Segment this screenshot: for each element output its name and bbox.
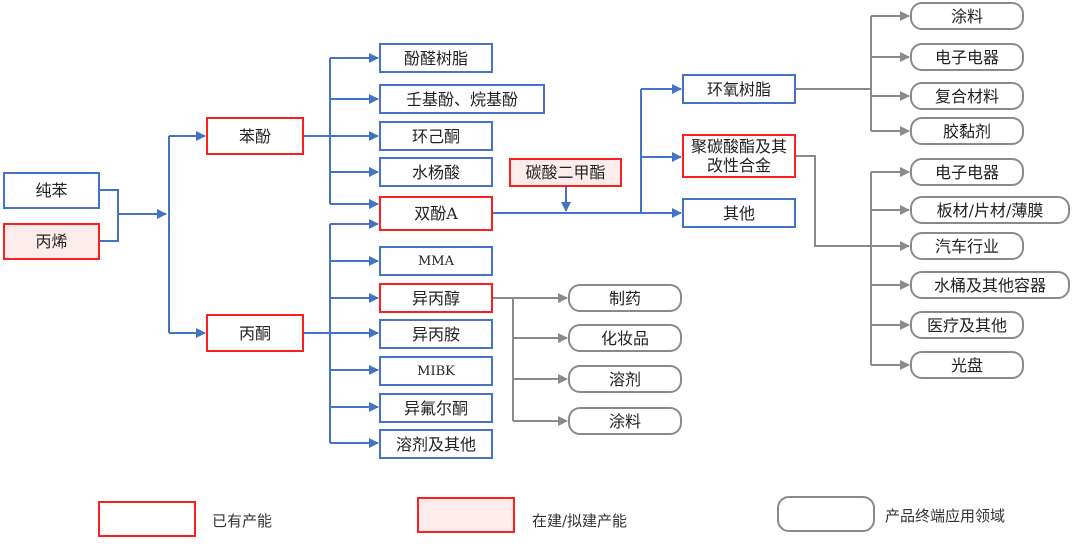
node-label: 丙酮: [238, 323, 271, 343]
node-label: 异丙胺: [411, 324, 460, 344]
node-label: 复合材料: [934, 86, 999, 106]
node-label: 板材/片材/薄膜: [936, 200, 1044, 220]
end-use-node: 板材/片材/薄膜: [910, 196, 1070, 224]
node-acetone-product: 异氟尔酮: [379, 393, 493, 423]
node-dmc: 碳酸二甲酯: [509, 158, 622, 187]
node-label: 壬基酚、烷基酚: [405, 89, 518, 109]
end-use-node: 电子电器: [910, 43, 1024, 71]
node-label: 水桶及其他容器: [933, 275, 1046, 295]
node-label: 涂料: [950, 6, 983, 26]
end-use-node: 复合材料: [910, 82, 1024, 110]
node-label: 制药: [608, 288, 641, 308]
end-use-node: 光盘: [910, 351, 1024, 379]
node-label: 环己酮: [411, 126, 460, 146]
node-label: 聚碳酸酯及其改性合金: [690, 137, 787, 175]
node-label: 异丙醇: [411, 288, 460, 308]
node-label: MIBK: [417, 363, 455, 379]
node-label: MMA: [417, 253, 454, 269]
node-bisphenol-a: 双酚A: [379, 196, 493, 231]
node-label: 苯酚: [238, 126, 271, 146]
node-label: 电子电器: [934, 162, 999, 182]
node-epoxy-resin: 环氧树脂: [682, 74, 796, 104]
node-acetone-product: MMA: [379, 246, 493, 276]
node-phenol-product: 水杨酸: [379, 157, 493, 187]
node-label: 丙烯: [35, 232, 68, 251]
end-use-node: 医疗及其他: [910, 311, 1024, 339]
node-label: 其他: [722, 203, 755, 223]
legend-swatch-planned: [417, 497, 515, 533]
end-use-node: 电子电器: [910, 158, 1024, 186]
node-acetone-product: MIBK: [379, 356, 493, 386]
legend-label-existing: 已有产能: [212, 512, 273, 530]
node-phenol-product: 酚醛树脂: [379, 43, 493, 73]
node-label: 光盘: [950, 355, 983, 375]
node-label: 电子电器: [934, 47, 999, 67]
end-use-node: 汽车行业: [910, 232, 1024, 260]
end-use-node: 化妆品: [568, 324, 682, 352]
legend-swatch-existing: [98, 501, 196, 537]
legend-swatch-end-use: [777, 496, 875, 532]
node-polycarbonate: 聚碳酸酯及其改性合金: [682, 134, 796, 178]
node-benzene: 纯苯: [3, 172, 100, 209]
node-label: 双酚A: [414, 204, 458, 223]
node-acetone-product: 异丙胺: [379, 319, 493, 349]
node-acetone-product: 溶剂及其他: [379, 429, 493, 459]
node-isopropanol: 异丙醇: [379, 283, 493, 313]
legend-label-end-use: 产品终端应用领域: [885, 507, 1006, 525]
node-phenol-product: 壬基酚、烷基酚: [379, 84, 545, 114]
end-use-node: 胶黏剂: [910, 117, 1024, 145]
end-use-node: 水桶及其他容器: [910, 271, 1070, 299]
node-label: 碳酸二甲酯: [525, 163, 606, 182]
node-acetone: 丙酮: [206, 314, 304, 352]
node-label: 环氧树脂: [706, 79, 771, 99]
node-phenol: 苯酚: [206, 117, 304, 155]
node-label: 水杨酸: [411, 162, 460, 182]
node-propylene: 丙烯: [3, 223, 100, 260]
node-label: 胶黏剂: [942, 121, 991, 141]
node-label: 汽车行业: [934, 236, 999, 256]
end-use-node: 涂料: [568, 407, 682, 435]
node-label: 异氟尔酮: [403, 398, 468, 418]
node-label: 医疗及其他: [926, 315, 1007, 335]
end-use-node: 溶剂: [568, 365, 682, 393]
node-phenol-product: 环己酮: [379, 121, 493, 151]
node-label: 溶剂: [608, 369, 641, 389]
node-label: 化妆品: [600, 328, 649, 348]
node-bpa-other: 其他: [682, 198, 796, 228]
node-label: 纯苯: [35, 181, 68, 200]
legend-label-planned: 在建/拟建产能: [532, 512, 628, 530]
node-label: 酚醛树脂: [403, 48, 468, 68]
end-use-node: 制药: [568, 284, 682, 312]
node-label: 溶剂及其他: [395, 434, 476, 454]
node-label: 涂料: [608, 411, 641, 431]
end-use-node: 涂料: [910, 2, 1024, 30]
